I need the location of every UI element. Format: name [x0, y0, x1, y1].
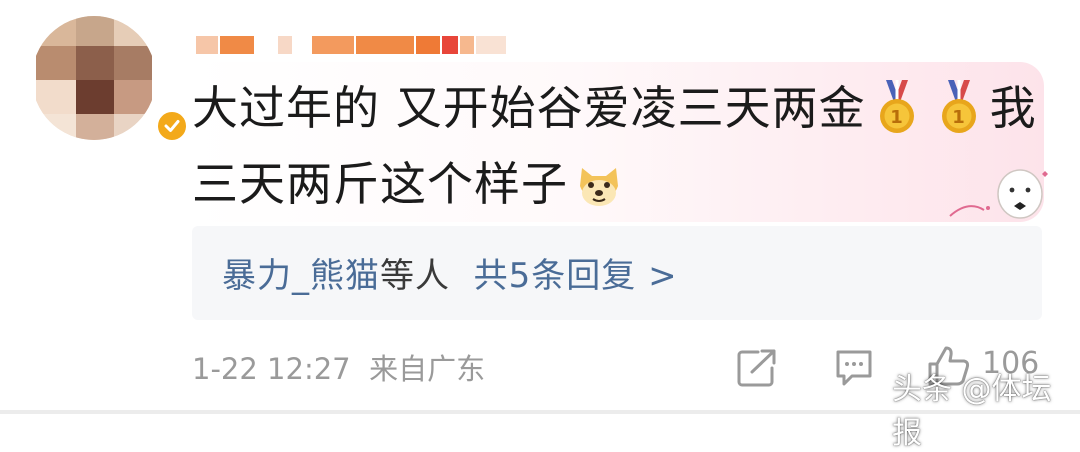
bubble-decoration-icon: [949, 169, 1048, 219]
username-redacted[interactable]: [196, 36, 516, 54]
svg-text:1: 1: [952, 107, 966, 128]
bottom-divider: [0, 410, 1080, 414]
comment-line-1-tail: 我: [989, 81, 1037, 135]
comment-icon[interactable]: [834, 348, 874, 388]
watermark-text: 头条 @体坛报: [892, 372, 1052, 451]
share-icon[interactable]: [736, 348, 778, 388]
gold-medal-icon: 1: [941, 80, 976, 133]
user-avatar[interactable]: [36, 12, 190, 146]
comment-line-1: 大过年的 又开始谷爱凌三天两金: [192, 81, 866, 135]
comment-line-2: 三天两斤这个样子: [192, 157, 568, 211]
reply-suffix: 等人: [380, 256, 450, 296]
comment-meta: 1-22 12:27 来自广东: [192, 346, 485, 388]
replies-summary[interactable]: 暴力_熊猫等人 共5条回复 >: [192, 226, 1042, 320]
reply-user-name[interactable]: 暴力_熊猫: [222, 256, 380, 296]
avatar-image: [36, 16, 152, 140]
comment-text: 大过年的 又开始谷爱凌三天两金 1 1 我 三天两斤这个样子: [192, 70, 1052, 222]
doge-icon: [580, 168, 618, 206]
gold-medal-icon: 1: [879, 80, 914, 133]
comment-time: 12:27: [267, 352, 351, 386]
replies-text[interactable]: 暴力_熊猫等人 共5条回复 >: [222, 248, 678, 297]
reply-count-link[interactable]: 共5条回复 >: [474, 256, 678, 296]
comment-location: 来自广东: [369, 352, 486, 386]
svg-text:1: 1: [890, 107, 904, 128]
comment-date: 1-22: [192, 352, 258, 386]
verified-badge-icon: [154, 108, 190, 144]
